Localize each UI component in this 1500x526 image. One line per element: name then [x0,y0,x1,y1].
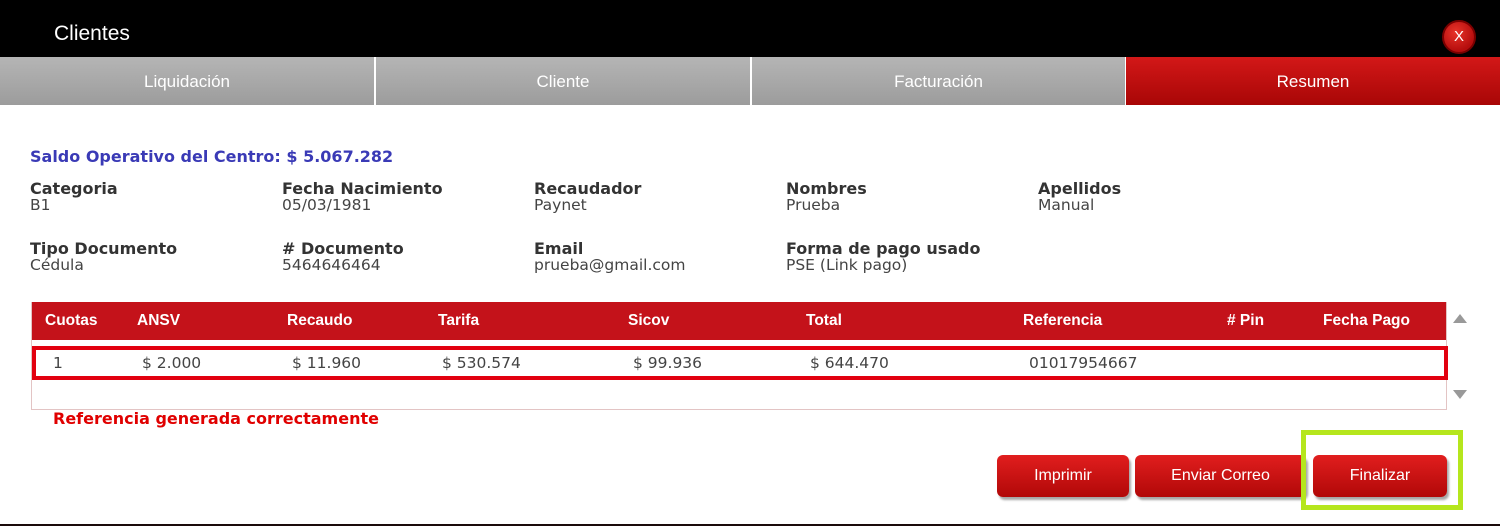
field-recaudador: Recaudador Paynet [534,180,641,214]
window-titlebar: Clientes X [0,0,1500,57]
tab-resumen[interactable]: Resumen [1126,57,1500,115]
payment-table: Cuotas ANSV Recaudo Tarifa Sicov Total R… [31,302,1448,410]
header-fecha-pago[interactable]: Fecha Pago [1323,302,1410,340]
table-row[interactable]: 1 $ 2.000 $ 11.960 $ 530.574 $ 99.936 $ … [32,346,1448,380]
cell-total: $ 644.470 [810,354,889,372]
field-email: Email prueba@gmail.com [534,240,686,274]
field-value: 05/03/1981 [282,196,372,214]
field-value: Prueba [786,196,841,214]
field-value: Paynet [534,196,587,214]
field-value: PSE (Link pago) [786,256,908,274]
table-header: Cuotas ANSV Recaudo Tarifa Sicov Total R… [32,302,1446,340]
field-value: Cédula [30,256,84,274]
scroll-down-icon[interactable] [1453,390,1467,399]
scroll-up-icon[interactable] [1453,314,1467,323]
field-label: Categoria [30,179,118,198]
header-recaudo[interactable]: Recaudo [287,302,352,340]
field-value: prueba@gmail.com [534,256,686,274]
header-total[interactable]: Total [806,302,842,340]
tab-facturacion[interactable]: Facturación [752,57,1125,105]
field-label: Email [534,239,584,258]
field-tipo-documento: Tipo Documento Cédula [30,240,177,274]
header-referencia[interactable]: Referencia [1023,302,1102,340]
header-sicov[interactable]: Sicov [628,302,669,340]
field-label: Fecha Nacimiento [282,179,443,198]
field-label: Recaudador [534,179,642,198]
header-ansv[interactable]: ANSV [137,302,180,340]
cell-cuotas: 1 [53,354,63,372]
field-documento: # Documento 5464646464 [282,240,404,274]
window-title: Clientes [54,22,130,45]
field-label: Forma de pago usado [786,239,981,258]
field-value: 5464646464 [282,256,381,274]
tab-cliente[interactable]: Cliente [376,57,750,105]
field-label: Nombres [786,179,867,198]
field-label: Tipo Documento [30,239,178,258]
summary-panel: Saldo Operativo del Centro: $ 5.067.282 … [0,105,1500,524]
header-cuotas[interactable]: Cuotas [45,302,98,340]
field-label: Apellidos [1038,179,1122,198]
tab-liquidacion[interactable]: Liquidación [0,57,374,105]
field-label: # Documento [282,239,404,258]
header-tarifa[interactable]: Tarifa [438,302,479,340]
field-forma-pago: Forma de pago usado PSE (Link pago) [786,240,981,274]
field-value: B1 [30,196,51,214]
cell-ansv: $ 2.000 [142,354,202,372]
cell-referencia: 01017954667 [1029,354,1138,372]
cell-tarifa: $ 530.574 [442,354,521,372]
cell-sicov: $ 99.936 [633,354,703,372]
field-fecha-nacimiento: Fecha Nacimiento 05/03/1981 [282,180,443,214]
close-button[interactable]: X [1442,20,1476,54]
finalizar-button[interactable]: Finalizar [1313,455,1447,497]
field-categoria: Categoria B1 [30,180,118,214]
imprimir-button[interactable]: Imprimir [997,455,1129,497]
field-apellidos: Apellidos Manual [1038,180,1121,214]
field-value: Manual [1038,196,1095,214]
tab-bar: Liquidación Cliente Facturación Resumen [0,57,1500,115]
enviar-correo-button[interactable]: Enviar Correo [1135,455,1306,497]
header-pin[interactable]: # Pin [1227,302,1264,340]
field-nombres: Nombres Prueba [786,180,867,214]
cell-recaudo: $ 11.960 [292,354,362,372]
saldo-operativo: Saldo Operativo del Centro: $ 5.067.282 [30,147,394,166]
status-message: Referencia generada correctamente [53,409,379,428]
